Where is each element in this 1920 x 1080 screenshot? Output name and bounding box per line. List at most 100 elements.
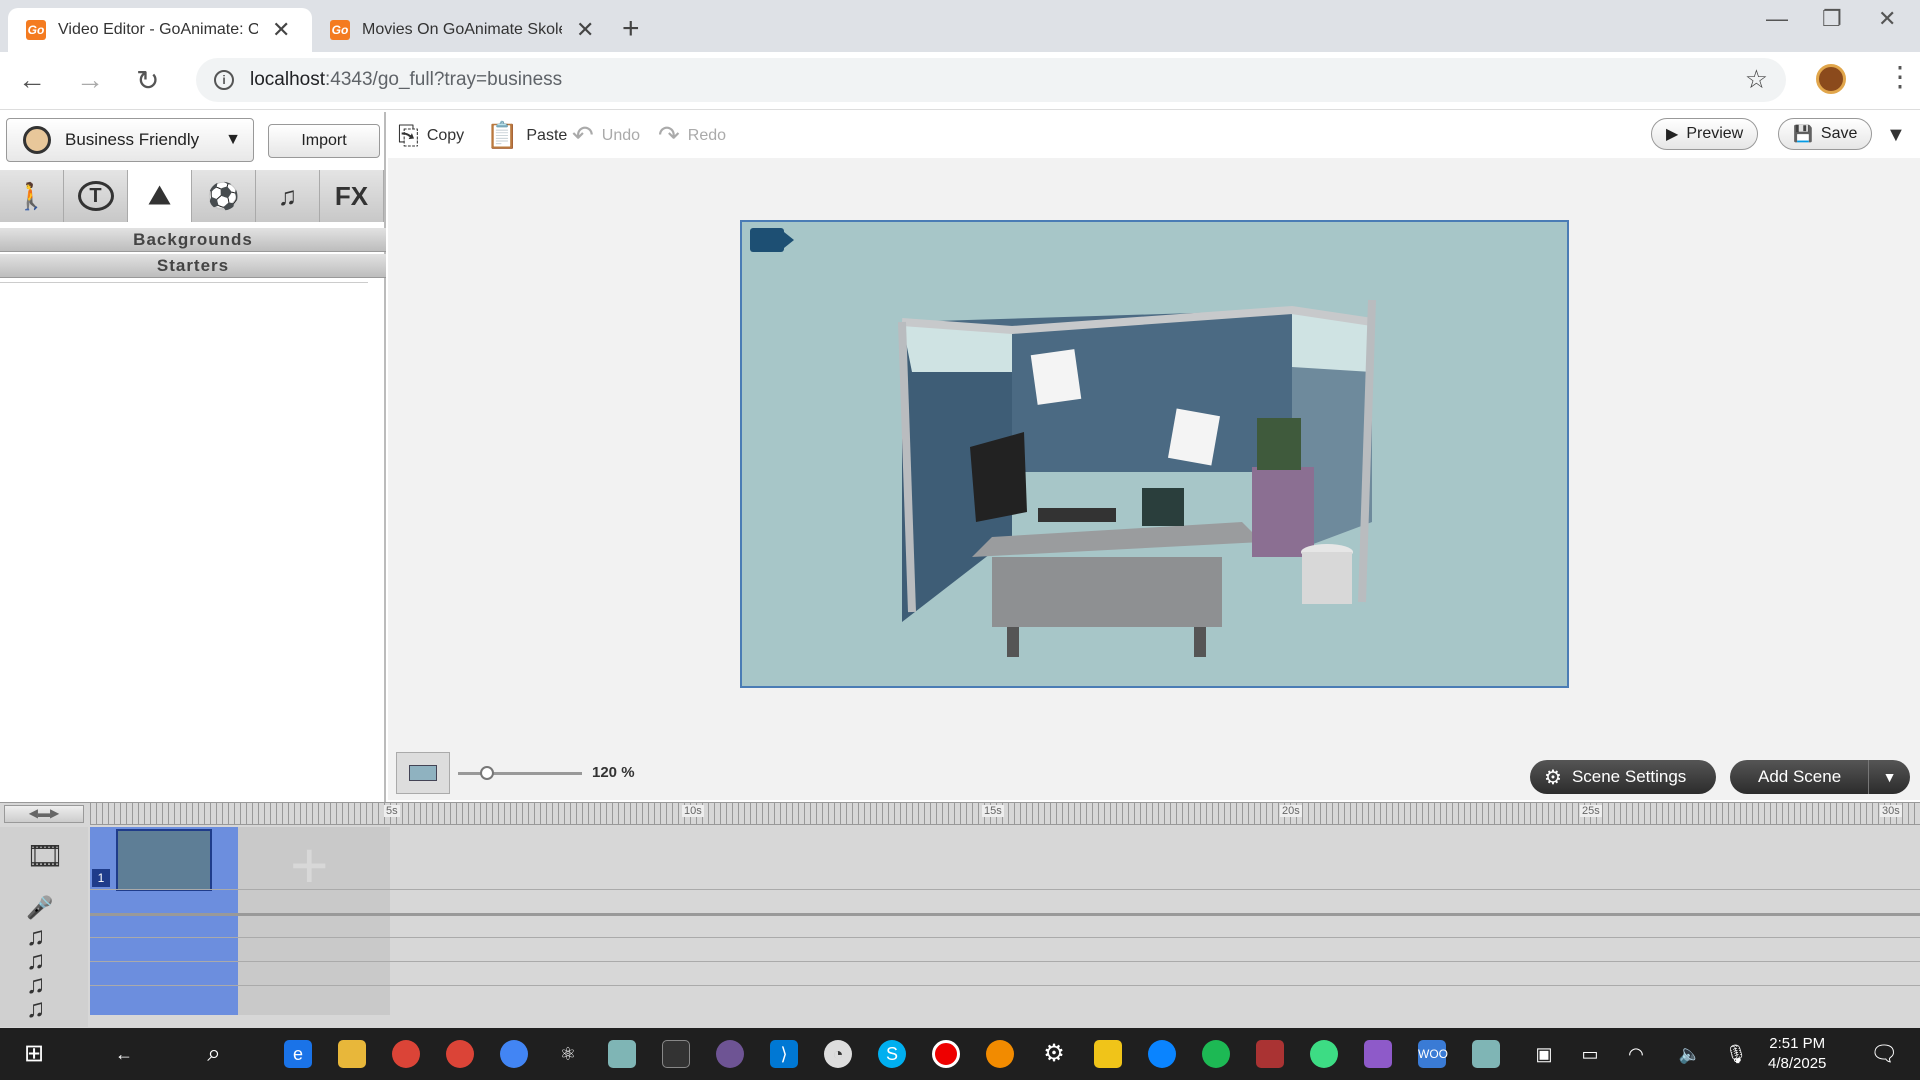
- tab-music[interactable]: ♫: [256, 170, 320, 222]
- ruler-tick: 25s: [1580, 805, 1602, 817]
- add-scene-button[interactable]: Add Scene ▼: [1730, 760, 1910, 794]
- scene-1-thumbnail[interactable]: [116, 829, 212, 891]
- import-button[interactable]: Import: [268, 124, 380, 158]
- browser-menu-icon[interactable]: ⋮: [1886, 60, 1914, 93]
- zoom-slider-handle[interactable]: [480, 766, 494, 780]
- accordion-backgrounds[interactable]: Backgrounds: [0, 228, 386, 252]
- redo-button[interactable]: ↷ Redo: [658, 120, 726, 151]
- tab-title: Video Editor - GoAnimate: Onli: [58, 21, 258, 38]
- ruler-tick: 10s: [682, 805, 704, 817]
- address-bar-row: ← → ↻ i localhost:4343/go_full?tray=busi…: [0, 52, 1920, 110]
- android-icon[interactable]: [1310, 1040, 1338, 1068]
- goanimate-favicon: Go: [330, 20, 350, 40]
- timeline-zoom-control[interactable]: ◀▬▶: [4, 805, 84, 823]
- record-icon[interactable]: [932, 1040, 960, 1068]
- search-icon[interactable]: ⌕: [200, 1040, 228, 1068]
- more-options-icon[interactable]: ▼: [1886, 124, 1906, 147]
- winrar-icon[interactable]: [1256, 1040, 1284, 1068]
- scene-canvas[interactable]: [740, 220, 1569, 688]
- copy-icon: ⎘: [398, 120, 419, 150]
- zoom-slider[interactable]: [458, 772, 582, 775]
- profile-avatar[interactable]: [1816, 64, 1846, 94]
- microphone-icon: 🎤: [26, 895, 54, 920]
- fx-icon: FX: [334, 180, 369, 211]
- speech-bubble-icon: T: [77, 181, 114, 211]
- wifi-icon[interactable]: ◠: [1622, 1040, 1650, 1068]
- tab-backgrounds[interactable]: ⛰: [128, 170, 192, 222]
- new-tab-icon[interactable]: +: [622, 12, 640, 46]
- url-bar[interactable]: i localhost:4343/go_full?tray=business ☆: [196, 58, 1786, 102]
- microphone-icon[interactable]: 🎙: [1722, 1040, 1750, 1068]
- app-icon[interactable]: [608, 1040, 636, 1068]
- terminal-icon[interactable]: [662, 1040, 690, 1068]
- battery-icon[interactable]: ▭: [1576, 1040, 1604, 1068]
- close-tab-icon[interactable]: ✕: [272, 17, 290, 43]
- device-icon[interactable]: ▣: [1530, 1040, 1558, 1068]
- edge-icon[interactable]: e: [284, 1040, 312, 1068]
- app-icon[interactable]: [1472, 1040, 1500, 1068]
- scene-settings-button[interactable]: ⚙ Scene Settings: [1530, 760, 1716, 794]
- fl-studio-icon[interactable]: [986, 1040, 1014, 1068]
- theme-name: Business Friendly: [65, 130, 200, 149]
- ruler-tick: 5s: [384, 805, 400, 817]
- forward-icon[interactable]: →: [76, 64, 104, 96]
- chevron-down-icon[interactable]: ▼: [1868, 760, 1910, 794]
- restore-icon[interactable]: ❐: [1822, 6, 1842, 32]
- theme-selector[interactable]: Business Friendly ▼: [6, 118, 254, 162]
- system-clock[interactable]: 2:51 PM 4/8/2025: [1768, 1034, 1826, 1074]
- redo-icon: ↷: [658, 120, 680, 150]
- close-window-icon[interactable]: ✕: [1878, 6, 1896, 32]
- video-app-icon[interactable]: [1364, 1040, 1392, 1068]
- undo-button[interactable]: ↶ Undo: [572, 120, 640, 151]
- tab-characters[interactable]: 🚶: [0, 170, 64, 222]
- folder-icon[interactable]: [338, 1040, 366, 1068]
- notes-icon[interactable]: [1094, 1040, 1122, 1068]
- music-note-icon: ♫: [277, 180, 298, 211]
- notifications-icon[interactable]: 🗨: [1870, 1040, 1898, 1068]
- browser-icon[interactable]: [1148, 1040, 1176, 1068]
- timeline-ruler[interactable]: 5s 10s 15s 20s 25s 30s: [90, 803, 1920, 825]
- track-divider: [90, 961, 1920, 962]
- accordion-starters[interactable]: Starters: [0, 254, 386, 278]
- gear-icon[interactable]: ⚙: [1040, 1040, 1068, 1068]
- reload-icon[interactable]: ↻: [136, 64, 159, 97]
- tab-video-editor[interactable]: Go Video Editor - GoAnimate: Onli ✕: [8, 8, 312, 52]
- tab-speech[interactable]: T: [64, 170, 128, 222]
- chevron-down-icon: ▼: [225, 131, 241, 148]
- copy-button[interactable]: ⎘ Copy: [398, 120, 464, 152]
- tab-props[interactable]: ⚽: [192, 170, 256, 222]
- ruler-tick: 15s: [982, 805, 1004, 817]
- volume-icon[interactable]: 🔈: [1676, 1040, 1704, 1068]
- bookmark-star-icon[interactable]: ☆: [1745, 64, 1768, 95]
- close-tab-icon[interactable]: ✕: [576, 17, 594, 43]
- chrome-icon[interactable]: [446, 1040, 474, 1068]
- minimize-icon[interactable]: —: [1766, 6, 1788, 32]
- site-info-icon[interactable]: i: [214, 70, 234, 90]
- scene-mini-thumbnail: [409, 765, 437, 781]
- save-button[interactable]: 💾 Save: [1778, 118, 1873, 150]
- clock-app-icon[interactable]: ◔: [824, 1040, 852, 1068]
- goanimate-favicon: Go: [26, 20, 46, 40]
- preview-button[interactable]: ▶ Preview: [1651, 118, 1759, 150]
- zoom-thumbnail[interactable]: [396, 752, 450, 794]
- chrome-icon[interactable]: [392, 1040, 420, 1068]
- settings-app-icon[interactable]: ⚛: [554, 1040, 582, 1068]
- spotify-icon[interactable]: [1202, 1040, 1230, 1068]
- tab-movies[interactable]: Go Movies On GoAnimate SkoleTu ✕: [312, 8, 608, 52]
- github-icon[interactable]: [716, 1040, 744, 1068]
- back-icon[interactable]: ←: [18, 64, 46, 96]
- add-scene-placeholder[interactable]: +: [238, 827, 390, 1015]
- windows-start-icon[interactable]: ⊞: [20, 1040, 48, 1068]
- tab-effects[interactable]: FX: [320, 170, 384, 222]
- asset-panel: Business Friendly ▼ Import 🚶 T ⛰ ⚽ ♫ FX …: [0, 112, 386, 802]
- paste-button[interactable]: 📋 Paste: [486, 120, 567, 151]
- tab-title: Movies On GoAnimate SkoleTu: [362, 21, 562, 38]
- ball-icon: ⚽: [207, 180, 240, 211]
- ruler-tick: 30s: [1880, 805, 1902, 817]
- skype-icon[interactable]: S: [878, 1040, 906, 1068]
- woo-icon[interactable]: WOO: [1418, 1040, 1448, 1068]
- vscode-icon[interactable]: ⟩: [770, 1040, 798, 1068]
- back-icon[interactable]: ←: [110, 1040, 138, 1068]
- zoom-level: 120 %: [592, 764, 635, 781]
- chrome-icon[interactable]: [500, 1040, 528, 1068]
